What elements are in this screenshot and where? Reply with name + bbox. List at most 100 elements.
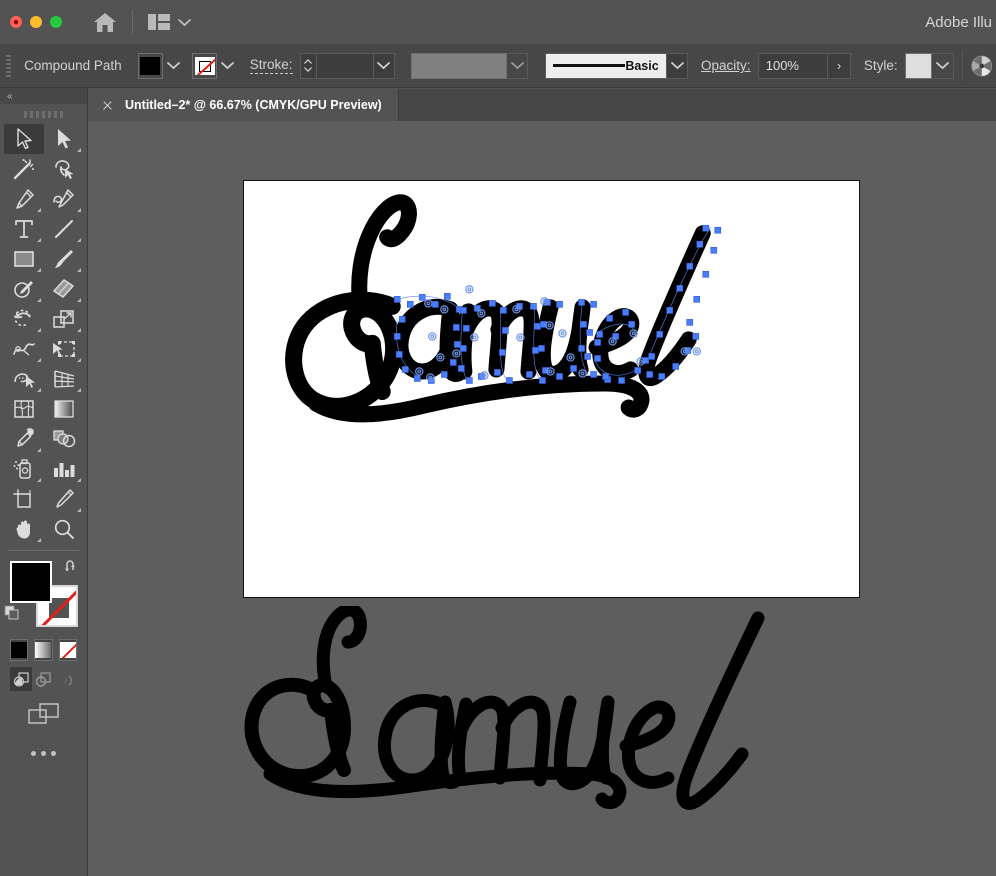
graphic-style-swatch[interactable] <box>904 52 933 79</box>
draw-mode-buttons <box>0 661 87 691</box>
stroke-color-swatch[interactable] <box>191 52 218 79</box>
blend-icon <box>53 430 76 448</box>
width-tool[interactable] <box>4 334 44 364</box>
opacity-label[interactable]: Opacity: <box>701 58 751 73</box>
color-mode-none[interactable] <box>58 639 77 661</box>
artwork-samuel-selected[interactable] <box>244 181 859 597</box>
hand-tool[interactable] <box>4 514 44 544</box>
app-title: Adobe Illu <box>925 13 992 31</box>
stroke-weight-dropdown[interactable] <box>373 52 396 79</box>
paintbrush-tool[interactable] <box>44 244 84 274</box>
samuel-lettering-path[interactable] <box>285 194 711 423</box>
brush-stroke-preview <box>552 64 626 67</box>
grip-dots-icon <box>23 110 64 118</box>
tool-flyout-triangle <box>77 208 81 212</box>
draw-behind-mode[interactable] <box>32 667 54 691</box>
swap-fill-stroke-icon[interactable] <box>64 559 80 575</box>
draw-inside-mode[interactable] <box>55 667 77 691</box>
maximize-window-button[interactable] <box>50 16 62 28</box>
free-transform-icon <box>53 341 75 357</box>
type-tool[interactable] <box>4 214 44 244</box>
color-mode-color[interactable] <box>10 639 29 661</box>
selection-tool[interactable] <box>4 124 44 154</box>
brush-definition-dropdown[interactable] <box>666 52 689 79</box>
window-controls[interactable] <box>10 16 62 28</box>
rotate-tool[interactable] <box>4 304 44 334</box>
fill-color-swatch[interactable] <box>137 52 164 79</box>
slice-tool[interactable] <box>44 484 84 514</box>
draw-normal-mode[interactable] <box>10 667 33 691</box>
stroke-weight-label[interactable]: Stroke: <box>249 57 293 74</box>
layout-switcher-button[interactable] <box>147 13 191 31</box>
column-graph-tool[interactable] <box>44 454 84 484</box>
graphic-style-dropdown[interactable] <box>932 52 954 79</box>
fill-swatch-large[interactable] <box>10 561 52 603</box>
chevron-down-icon <box>166 62 180 70</box>
symbol-sprayer-tool[interactable] <box>4 454 44 484</box>
tools-panel-grip[interactable] <box>0 104 87 124</box>
stroke-weight-input[interactable] <box>316 52 374 79</box>
curvature-tool[interactable] <box>44 184 84 214</box>
direct-selection-tool[interactable] <box>44 124 84 154</box>
fill-color-chip <box>140 56 161 75</box>
edit-toolbar-button[interactable] <box>0 727 87 756</box>
tool-flyout-triangle <box>77 508 81 512</box>
stroke-color-dropdown[interactable] <box>217 52 238 79</box>
artboard[interactable] <box>243 180 860 598</box>
tool-flyout-triangle <box>37 538 41 542</box>
tools-panel: « <box>0 88 88 876</box>
brush-definition-field[interactable]: Basic <box>544 52 667 79</box>
collapse-panel-button[interactable]: « <box>0 88 87 104</box>
shape-builder-tool[interactable] <box>4 364 44 394</box>
tools-list <box>0 124 88 544</box>
mesh-tool[interactable] <box>4 394 44 424</box>
artwork-samuel-unselected[interactable] <box>240 606 840 856</box>
none-icon <box>59 642 76 658</box>
document-canvas[interactable] <box>88 121 996 876</box>
tool-flyout-triangle <box>77 358 81 362</box>
color-mode-gradient[interactable] <box>34 639 53 661</box>
opacity-input[interactable]: 100% <box>757 52 828 79</box>
magic-wand-tool[interactable] <box>4 154 44 184</box>
shaper-tool[interactable] <box>4 274 44 304</box>
eyedropper-tool[interactable] <box>4 424 44 454</box>
gradient-tool[interactable] <box>44 394 84 424</box>
magic-wand-icon <box>13 159 34 180</box>
opacity-expand-button[interactable]: › <box>827 52 852 79</box>
close-window-button[interactable] <box>10 16 22 28</box>
pen-tool[interactable] <box>4 184 44 214</box>
close-icon[interactable] <box>102 100 113 111</box>
stroke-none-chip <box>194 56 215 75</box>
width-profile-input[interactable] <box>411 52 507 79</box>
zoom-magnifier-icon <box>54 519 74 539</box>
perspective-grid-tool[interactable] <box>44 364 84 394</box>
width-profile-dropdown[interactable] <box>506 52 529 79</box>
samuel-lettering-path-lower[interactable] <box>244 606 765 810</box>
stroke-weight-stepper[interactable] <box>299 52 317 79</box>
home-button[interactable] <box>92 10 118 34</box>
fill-color-dropdown[interactable] <box>163 52 183 79</box>
scale-tool[interactable] <box>44 304 84 334</box>
artboard-tool[interactable] <box>4 484 44 514</box>
change-screen-mode[interactable] <box>0 691 87 727</box>
free-transform-tool[interactable] <box>44 334 84 364</box>
line-segment-tool[interactable] <box>44 214 84 244</box>
brush-definition-label: Basic <box>625 58 659 73</box>
eraser-tool[interactable] <box>44 274 84 304</box>
color-wheel-icon[interactable] <box>971 54 993 78</box>
control-bar-grip[interactable] <box>4 52 13 79</box>
document-tab[interactable]: Untitled–2* @ 66.67% (CMYK/GPU Preview) <box>88 89 399 121</box>
chevron-down-icon <box>220 62 234 70</box>
zoom-tool[interactable] <box>44 514 84 544</box>
minimize-window-button[interactable] <box>30 16 42 28</box>
tools-divider <box>8 550 79 551</box>
tool-flyout-triangle <box>77 328 81 332</box>
hand-icon <box>16 520 30 539</box>
rectangle-tool[interactable] <box>4 244 44 274</box>
artboard-icon <box>13 489 31 508</box>
tool-flyout-triangle <box>37 448 41 452</box>
chevron-down-icon <box>178 18 191 26</box>
blend-tool[interactable] <box>44 424 84 454</box>
lasso-tool[interactable] <box>44 154 84 184</box>
default-fill-stroke-icon[interactable] <box>4 605 20 621</box>
